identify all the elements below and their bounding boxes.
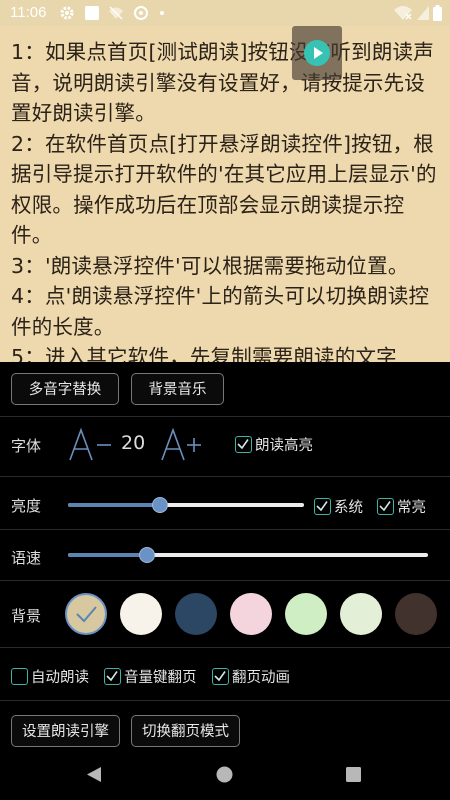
keep-screen-on-checkbox[interactable]: 常亮 xyxy=(377,496,426,517)
notification-square-icon xyxy=(85,6,99,20)
polyphone-replace-button[interactable]: 多音字替换 xyxy=(11,373,119,405)
reader-page[interactable]: 1：如果点首页[测试朗读]按钮没有听到朗读声音，说明朗读引擎没有设置好，请按提示… xyxy=(0,26,450,362)
divider xyxy=(0,476,450,477)
brightness-slider-thumb[interactable] xyxy=(152,497,169,513)
font-size-value: 20 xyxy=(121,432,146,454)
font-decrease-icon xyxy=(69,427,111,461)
checkbox-icon xyxy=(314,498,331,515)
checkbox-label: 翻页动画 xyxy=(232,670,290,686)
auto-read-checkbox[interactable]: 自动朗读 xyxy=(11,666,89,687)
brightness-label: 亮度 xyxy=(11,497,42,515)
paragraph: 1：如果点首页[测试朗读]按钮没有听到朗读声音，说明朗读引擎没有设置好，请按提示… xyxy=(11,40,434,125)
speed-slider-thumb[interactable] xyxy=(139,547,156,563)
divider xyxy=(0,647,450,648)
floating-read-widget[interactable] xyxy=(292,26,342,80)
paragraph: 5：进入其它软件，先复制需要朗读的文字 xyxy=(11,345,397,362)
checkbox-label: 系统 xyxy=(334,500,363,516)
paragraph: 3：'朗读悬浮控件'可以根据需要拖动位置。 xyxy=(11,253,409,278)
checkbox-label: 音量键翻页 xyxy=(124,670,197,686)
checkbox-icon xyxy=(377,498,394,515)
background-swatch[interactable] xyxy=(175,593,217,635)
paragraph: 2：在软件首页点[打开悬浮朗读控件]按钮，根据引导提示打开软件的'在其它应用上层… xyxy=(11,131,437,248)
divider xyxy=(0,700,450,701)
background-swatch[interactable] xyxy=(65,593,107,635)
switch-flip-mode-button[interactable]: 切换翻页模式 xyxy=(131,715,240,747)
reading-settings-panel: 多音字替换 背景音乐 字体 20 朗读高亮 亮度 系统 常亮 语速 背景 自动朗… xyxy=(0,362,450,750)
checkbox-icon xyxy=(11,668,28,685)
check-icon xyxy=(76,606,97,623)
checkbox-label: 常亮 xyxy=(397,500,426,516)
speed-slider[interactable] xyxy=(68,547,428,563)
checkbox-label: 自动朗读 xyxy=(31,670,89,686)
back-icon[interactable] xyxy=(86,766,102,783)
divider xyxy=(0,580,450,581)
brightness-slider-fill xyxy=(68,503,161,507)
background-swatch[interactable] xyxy=(120,593,162,635)
set-tts-engine-button[interactable]: 设置朗读引擎 xyxy=(11,715,120,747)
brightness-slider[interactable] xyxy=(68,497,304,513)
reader-text: 1：如果点首页[测试朗读]按钮没有听到朗读声音，说明朗读引擎没有设置好，请按提示… xyxy=(11,37,443,362)
font-increase-icon xyxy=(161,427,201,461)
background-music-button[interactable]: 背景音乐 xyxy=(131,373,224,405)
speed-label: 语速 xyxy=(11,549,42,567)
divider xyxy=(0,529,450,530)
paragraph: 4：点'朗读悬浮控件'上的箭头可以切换朗读控件的长度。 xyxy=(11,284,430,339)
settings-gear-icon xyxy=(60,6,74,20)
checkbox-label: 朗读高亮 xyxy=(255,438,313,454)
flip-animation-checkbox[interactable]: 翻页动画 xyxy=(212,666,290,687)
recents-icon[interactable] xyxy=(346,767,361,782)
battery-icon xyxy=(433,5,442,21)
background-swatch[interactable] xyxy=(230,593,272,635)
status-bar: 11:06 xyxy=(0,0,450,26)
system-nav-bar xyxy=(0,750,450,800)
background-swatch[interactable] xyxy=(395,593,437,635)
speed-slider-fill xyxy=(68,553,148,557)
read-highlight-checkbox[interactable]: 朗读高亮 xyxy=(235,434,313,455)
system-brightness-checkbox[interactable]: 系统 xyxy=(314,496,363,517)
background-swatches xyxy=(0,583,450,645)
more-dot-icon xyxy=(160,11,164,15)
checkbox-icon xyxy=(104,668,121,685)
wifi-off-icon xyxy=(109,6,123,20)
font-label: 字体 xyxy=(11,437,42,455)
cell-signal-icon xyxy=(417,6,429,20)
wifi-signal-icon xyxy=(394,6,412,20)
home-icon[interactable] xyxy=(216,766,233,783)
font-decrease-button[interactable] xyxy=(68,424,114,464)
checkbox-icon xyxy=(212,668,229,685)
background-swatch[interactable] xyxy=(285,593,327,635)
play-icon[interactable] xyxy=(304,40,330,66)
status-time: 11:06 xyxy=(10,4,47,21)
background-swatch[interactable] xyxy=(340,593,382,635)
sync-circle-icon xyxy=(134,6,148,20)
volume-key-flip-checkbox[interactable]: 音量键翻页 xyxy=(104,666,197,687)
font-increase-button[interactable] xyxy=(160,424,206,464)
divider xyxy=(0,416,450,417)
checkbox-icon xyxy=(235,436,252,453)
